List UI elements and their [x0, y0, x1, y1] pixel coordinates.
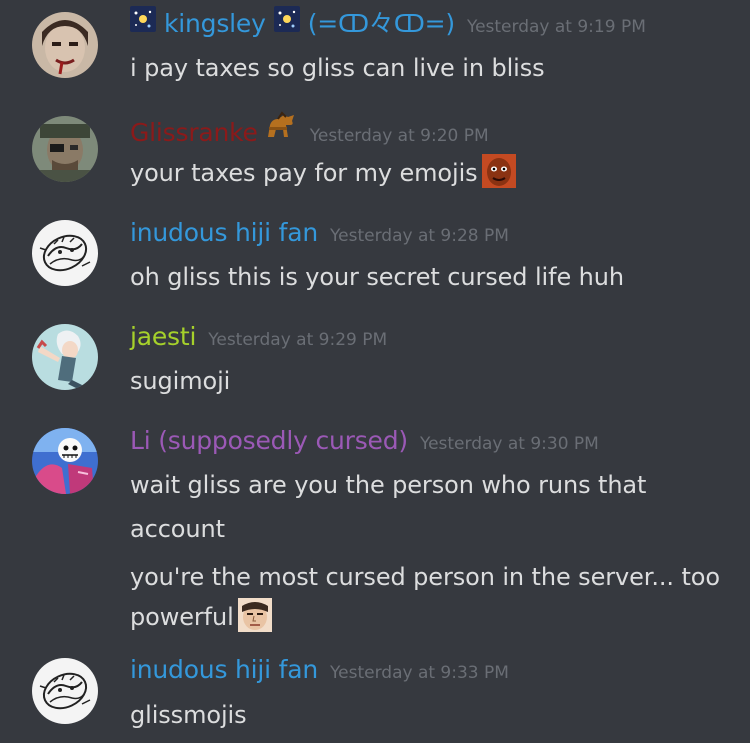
avatar-inudous[interactable]: [32, 220, 98, 286]
message-text-content: your taxes pay for my emojis: [130, 159, 478, 187]
sparkle-badge-icon: [130, 6, 156, 32]
username[interactable]: inudous hiji fan: [130, 652, 318, 688]
message-text: you're the most cursed person in the ser…: [130, 563, 720, 591]
avatar-inudous-image: [32, 658, 98, 724]
sparkle-badge-icon: [273, 6, 300, 32]
timestamp: Yesterday at 9:33 PM: [330, 663, 509, 683]
timestamp: Yesterday at 9:28 PM: [330, 226, 509, 246]
timestamp: Yesterday at 9:19 PM: [466, 17, 646, 37]
message-text-content: powerful: [130, 603, 234, 631]
message-text: sugimoji: [130, 367, 231, 395]
username-suffix: (=ↀ々ↀ=): [307, 9, 455, 38]
message-text: wait gliss are you the person who runs t…: [130, 471, 647, 499]
face-emoji-icon: [481, 154, 516, 188]
username[interactable]: kingsley: [164, 6, 266, 42]
avatar-li-image: [32, 428, 98, 494]
avatar-jaesti[interactable]: [32, 324, 98, 390]
avatar-inudous-image: [32, 220, 98, 286]
avatar-li[interactable]: [32, 428, 98, 494]
timestamp: Yesterday at 9:29 PM: [208, 330, 388, 350]
avatar-inudous[interactable]: [32, 658, 98, 724]
avatar-glissranke[interactable]: [32, 116, 98, 182]
message-text: i pay taxes so gliss can live in bliss: [130, 54, 545, 82]
avatar-jaesti-image: [32, 324, 98, 390]
username[interactable]: jaesti: [130, 319, 196, 355]
message-text: glissmojis: [130, 701, 247, 729]
avatar-glissranke-image: [32, 116, 98, 182]
username[interactable]: Glissranke: [130, 115, 258, 151]
face-emoji-icon: [237, 598, 272, 632]
avatar-kingsley[interactable]: [32, 12, 98, 78]
message-text: oh gliss this is your secret cursed life…: [130, 263, 624, 291]
timestamp: Yesterday at 9:20 PM: [309, 126, 489, 146]
avatar-kingsley-image: [32, 12, 98, 78]
username[interactable]: inudous hiji fan: [130, 215, 318, 251]
message-text: account: [130, 515, 225, 543]
timestamp: Yesterday at 9:30 PM: [419, 434, 599, 454]
message-text: your taxes pay for my emojis: [130, 154, 516, 191]
horse-icon: [264, 111, 298, 141]
message-text: powerful: [130, 598, 272, 635]
username[interactable]: Li (supposedly cursed): [130, 423, 408, 459]
